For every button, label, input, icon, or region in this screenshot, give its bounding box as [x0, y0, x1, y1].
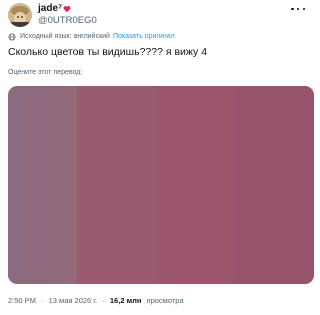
red-heart-icon: [63, 6, 71, 13]
globe-icon: [8, 33, 16, 41]
tweet-meta: 2:50 PM · 13 мая 2026 г. · 16,2 млн прос…: [8, 296, 184, 306]
color-stripe-11: [157, 86, 234, 284]
views-count: 16,2 млн: [109, 296, 142, 305]
meta-separator: ·: [41, 296, 44, 305]
tweet-text: Сколько цветов ты видишь???? я вижу 4: [8, 46, 208, 58]
source-language-label: Исходный язык: английский: [20, 33, 110, 40]
more-options-icon[interactable]: [291, 5, 305, 13]
translation-notice: Исходный язык: английский Показать ориги…: [8, 32, 175, 42]
color-stripe-1: [8, 86, 18, 284]
author-handle[interactable]: @0UTR0EG0: [38, 15, 97, 27]
color-stripe-9: [70, 86, 77, 284]
tweet-date[interactable]: 13 мая 2026 г.: [49, 296, 98, 305]
color-stripe-4: [33, 86, 41, 284]
color-stripe-12: [233, 86, 314, 284]
author-name-line[interactable]: jade⁷: [38, 3, 71, 15]
tweet-time[interactable]: 2:50 PM: [8, 296, 36, 305]
color-stripe-8: [63, 86, 70, 284]
color-stripe-7: [55, 86, 64, 284]
rate-translation-link[interactable]: Оцените этот перевод:: [8, 68, 82, 78]
color-stripe-10: [76, 86, 158, 284]
tweet: jade⁷ @0UTR0EG0 Исходный язык: английски…: [0, 0, 320, 315]
show-original-link[interactable]: Показать оригинал: [113, 32, 175, 42]
avatar[interactable]: [8, 3, 32, 27]
tweet-image[interactable]: [8, 86, 314, 284]
color-stripe-6: [48, 86, 56, 284]
views-label: просмотра: [146, 296, 184, 305]
color-stripe-5: [40, 86, 49, 284]
author-display-name[interactable]: jade⁷: [38, 3, 62, 15]
color-stripe-3: [24, 86, 34, 284]
color-stripe-2: [17, 86, 25, 284]
meta-separator: ·: [102, 296, 105, 305]
